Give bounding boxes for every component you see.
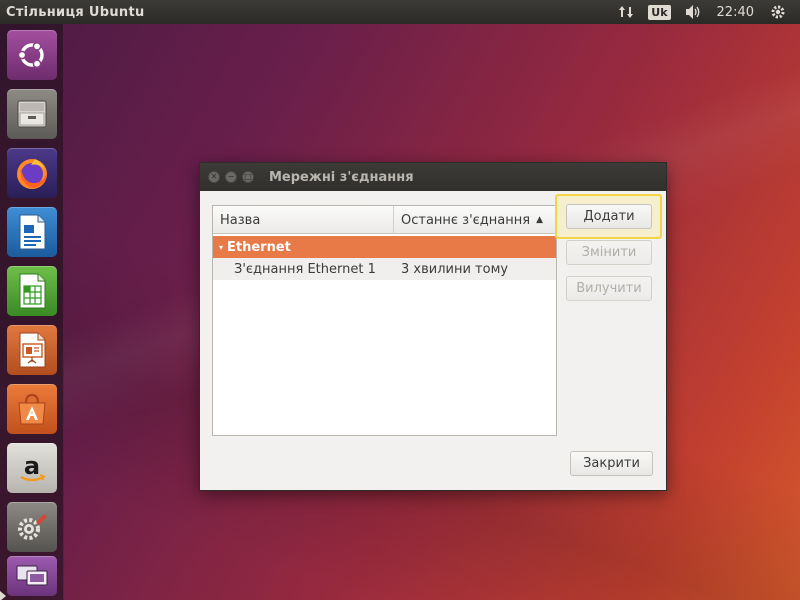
edit-button[interactable]: Змінити xyxy=(566,240,652,265)
remove-button[interactable]: Вилучити xyxy=(566,276,652,301)
dialog-body: Назва Останнє з'єднання ▲ ▾ Ethernet З'є… xyxy=(200,191,666,490)
ubuntu-logo-icon xyxy=(17,41,44,69)
dialog-titlebar[interactable]: ✕ − □ Мережні з'єднання xyxy=(200,163,666,191)
launcher: a xyxy=(0,24,64,600)
connection-name: З'єднання Ethernet 1 xyxy=(234,261,376,277)
launcher-firefox[interactable] xyxy=(7,148,57,198)
column-header-last-used[interactable]: Останнє з'єднання ▲ xyxy=(394,206,556,234)
active-app-indicator xyxy=(0,591,6,600)
amazon-icon: a xyxy=(20,452,46,482)
group-label: Ethernet xyxy=(227,239,291,255)
top-panel: Стільниця Ubuntu Uk 22:40 xyxy=(0,0,800,24)
group-row-ethernet[interactable]: ▾ Ethernet xyxy=(213,236,556,258)
launcher-dash[interactable] xyxy=(7,30,57,80)
network-connections-icon xyxy=(16,565,48,586)
launcher-software[interactable] xyxy=(7,384,57,434)
close-button[interactable]: Закрити xyxy=(570,451,653,476)
connections-list[interactable]: Назва Останнє з'єднання ▲ ▾ Ethernet З'є… xyxy=(212,205,557,436)
launcher-files[interactable] xyxy=(7,89,57,139)
writer-icon xyxy=(19,214,46,250)
settings-icon xyxy=(18,514,47,540)
network-connections-dialog: ✕ − □ Мережні з'єднання Назва Останнє з'… xyxy=(199,162,667,491)
calc-icon xyxy=(19,273,46,309)
dialog-title: Мережні з'єднання xyxy=(269,169,414,185)
launcher-calc[interactable] xyxy=(7,266,57,316)
close-window-icon[interactable]: ✕ xyxy=(208,171,220,183)
column-header-name[interactable]: Назва xyxy=(213,206,394,234)
expander-arrow-icon[interactable]: ▾ xyxy=(215,243,227,252)
software-store-icon xyxy=(18,393,46,425)
session-gear-icon[interactable] xyxy=(770,4,786,20)
column-header-name-label: Назва xyxy=(220,212,261,228)
volume-icon[interactable] xyxy=(685,4,703,20)
sort-ascending-icon: ▲ xyxy=(536,215,544,225)
add-button[interactable]: Додати xyxy=(566,204,652,229)
firefox-icon xyxy=(17,159,47,189)
column-header-last-used-label: Останнє з'єднання xyxy=(401,212,531,228)
launcher-impress[interactable] xyxy=(7,325,57,375)
table-row[interactable]: З'єднання Ethernet 1 3 хвилини тому xyxy=(213,258,556,280)
panel-indicators: Uk 22:40 xyxy=(618,0,800,24)
network-transfer-icon[interactable] xyxy=(618,4,634,20)
connection-last-used: 3 хвилини тому xyxy=(401,261,509,277)
panel-title: Стільниця Ubuntu xyxy=(6,4,145,20)
launcher-writer[interactable] xyxy=(7,207,57,257)
launcher-settings[interactable] xyxy=(7,502,57,552)
clock[interactable]: 22:40 xyxy=(717,5,754,20)
minimize-window-icon[interactable]: − xyxy=(225,171,237,183)
launcher-network-connections[interactable] xyxy=(7,556,57,596)
svg-text:a: a xyxy=(24,452,40,480)
maximize-window-icon[interactable]: □ xyxy=(242,171,254,183)
keyboard-layout-indicator[interactable]: Uk xyxy=(648,4,671,20)
file-cabinet-icon xyxy=(17,100,47,128)
launcher-amazon[interactable]: a xyxy=(7,443,57,493)
list-header: Назва Останнє з'єднання ▲ xyxy=(213,206,556,234)
impress-icon xyxy=(19,332,46,368)
